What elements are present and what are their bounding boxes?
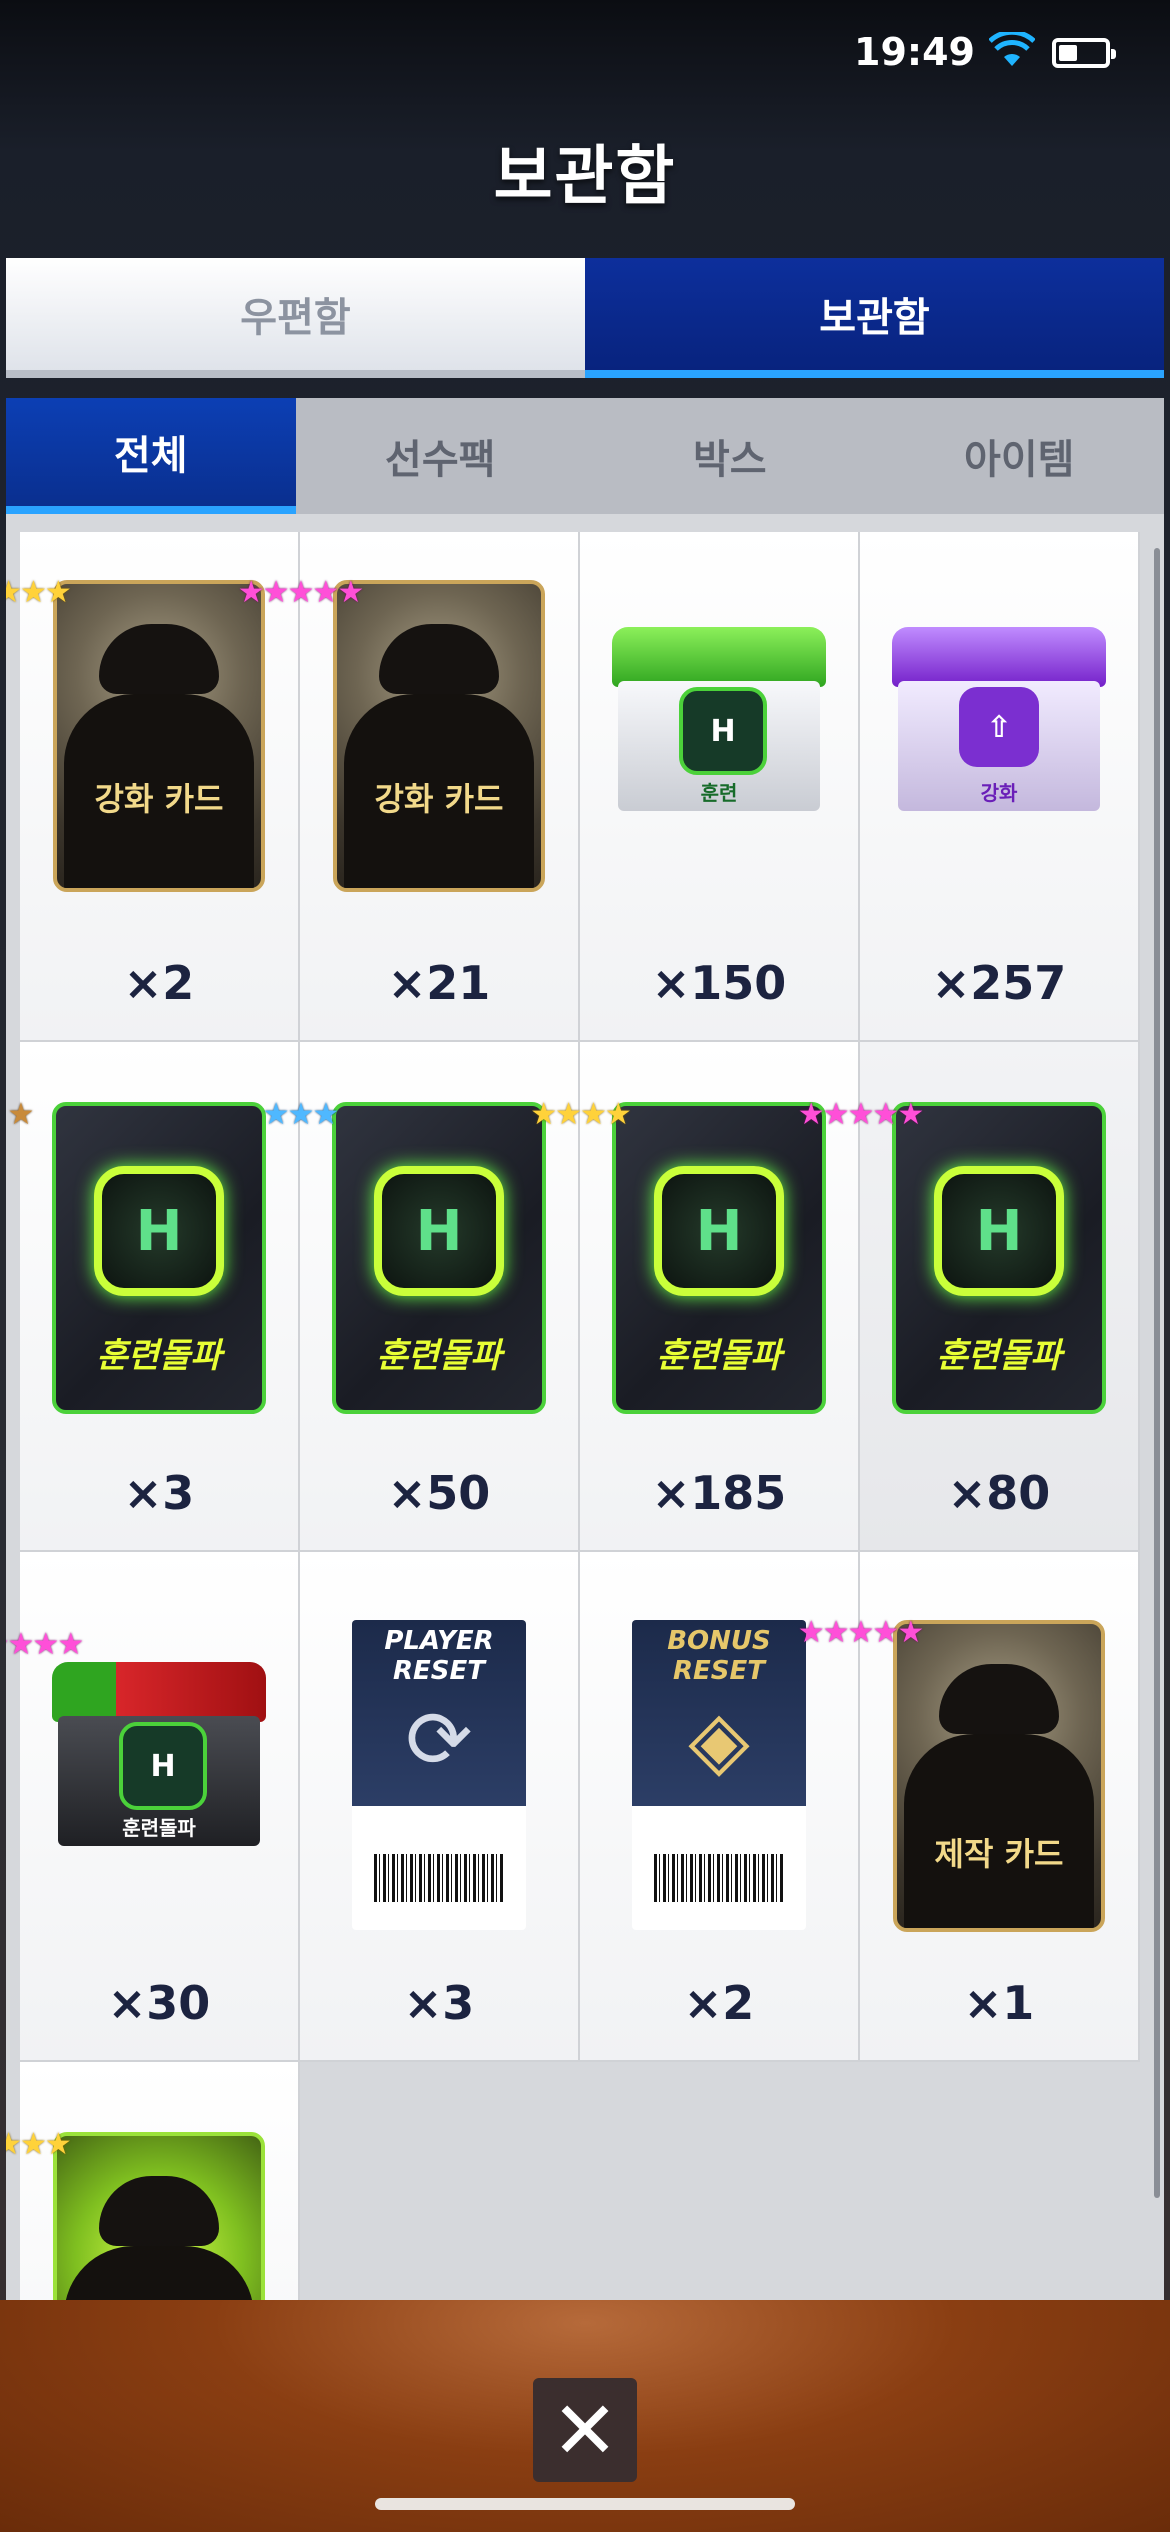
item-training-breakthrough-5star[interactable]: H 훈련돌파 ★★★★★ ×80 <box>798 1042 1140 1552</box>
item-quantity: ×80 <box>947 1466 1051 1520</box>
item-quantity: ×185 <box>651 1466 787 1520</box>
item-label: 훈련돌파 <box>656 1336 782 1376</box>
item-label: 강화 카드 <box>94 780 224 818</box>
item-player-card-neon[interactable]: ★★★★ <box>6 2062 300 2303</box>
battery-icon <box>1052 38 1116 68</box>
item-training-breakthrough-box[interactable]: H 훈련돌파 ★★★★★ ×30 <box>6 1552 300 2062</box>
training-card-image: H 훈련돌파 <box>332 1102 546 1414</box>
item-quantity: ×150 <box>651 956 787 1010</box>
item-label: 제작 카드 <box>934 1835 1064 1873</box>
tab-item[interactable]: 아이템 <box>874 398 1164 514</box>
close-button[interactable]: ✕ <box>533 2378 637 2482</box>
item-label: 강화 카드 <box>374 780 504 818</box>
item-quantity: ×3 <box>403 1976 475 2030</box>
item-label: 훈련돌파 <box>96 1336 222 1376</box>
chest-icon: H 훈련 <box>612 617 826 817</box>
star-rating: ★ <box>7 1097 35 1132</box>
item-label: 훈련돌파 <box>122 1816 196 1840</box>
tab-storage[interactable]: 보관함 <box>585 258 1164 378</box>
item-label: 훈련돌파 <box>936 1336 1062 1376</box>
barcode <box>374 1854 504 1902</box>
page-title: 보관함 <box>493 140 677 214</box>
status-time: 19:49 <box>854 30 975 74</box>
item-quantity: ×1 <box>963 1976 1035 2030</box>
item-quantity: ×2 <box>123 956 195 1010</box>
reset-ticket-image: PLAYER RESET ⟳ <box>352 1620 526 1930</box>
reset-ticket-image: BONUS RESET ◈ <box>632 1620 806 1930</box>
chest-icon: ⇧ 강화 <box>892 617 1106 817</box>
star-rating: ★★★★★ <box>797 1097 924 1132</box>
item-quantity: ×50 <box>387 1466 491 1520</box>
close-icon: ✕ <box>551 2383 619 2477</box>
storage-panel: 전체 선수팩 박스 아이템 강화 카드 ★★★★ ×2 강화 카드 ★★★★★ … <box>6 398 1164 2303</box>
item-training-box[interactable]: H 훈련 ×150 <box>580 532 860 1042</box>
item-quantity: ×30 <box>107 1976 211 2030</box>
star-rating: ★★★★ <box>530 1097 632 1132</box>
wifi-icon <box>989 32 1035 66</box>
scrollbar[interactable] <box>1154 548 1160 2198</box>
barcode <box>654 1854 784 1902</box>
players-reset-icon: ⟳ <box>405 1693 473 1786</box>
star-rating: ★★★★ <box>6 575 72 610</box>
item-grid: 강화 카드 ★★★★ ×2 강화 카드 ★★★★★ ×21 H 훈련 ×150 <box>6 532 1140 2303</box>
star-rating: ★★★★★ <box>797 1615 924 1650</box>
item-quantity: ×21 <box>387 956 491 1010</box>
training-card-image: H 훈련돌파 <box>892 1102 1106 1414</box>
star-rating: ★★★ <box>262 1097 340 1132</box>
item-enhance-card-5star[interactable]: 강화 카드 ★★★★★ ×21 <box>238 532 580 1042</box>
dumbbell-icon: H <box>934 1166 1064 1296</box>
bottom-bar: ✕ <box>0 2300 1170 2532</box>
tab-all[interactable]: 전체 <box>6 398 296 514</box>
item-craft-card[interactable]: 제작 카드 ★★★★★ ×1 <box>798 1552 1140 2062</box>
item-player-reset[interactable]: PLAYER RESET ⟳ ×3 <box>300 1552 580 2062</box>
category-tabs: 전체 선수팩 박스 아이템 <box>6 398 1164 514</box>
home-indicator[interactable] <box>375 2498 795 2510</box>
item-label: 훈련 <box>700 781 738 805</box>
star-rating: ★★★★ <box>6 2127 72 2162</box>
chest-icon: H 훈련돌파 <box>52 1652 266 1852</box>
status-bar: 19:49 <box>0 0 1170 110</box>
player-card-image: 강화 카드 <box>333 580 545 892</box>
player-card-image: 제작 카드 <box>893 1620 1105 1932</box>
player-card-image: 강화 카드 <box>53 580 265 892</box>
dumbbell-icon: H <box>374 1166 504 1296</box>
star-rating: ★★★★★ <box>237 575 364 610</box>
tab-box[interactable]: 박스 <box>585 398 875 514</box>
item-quantity: ×3 <box>123 1466 195 1520</box>
main-tabs: 우편함 보관함 <box>6 258 1164 378</box>
dumbbell-icon: H <box>654 1166 784 1296</box>
training-card-image: H 훈련돌파 <box>612 1102 826 1414</box>
item-label: PLAYER RESET <box>384 1626 494 1686</box>
item-enhance-box[interactable]: ⇧ 강화 ×257 <box>860 532 1140 1042</box>
item-label: 훈련돌파 <box>376 1336 502 1376</box>
star-rating: ★★★★★ <box>6 1627 84 1662</box>
training-card-image: H 훈련돌파 <box>52 1102 266 1414</box>
diamond-reset-icon: ◈ <box>688 1693 750 1786</box>
tab-player-pack[interactable]: 선수팩 <box>295 398 585 514</box>
item-quantity: ×257 <box>931 956 1067 1010</box>
item-label: 강화 <box>980 781 1018 805</box>
item-quantity: ×2 <box>683 1976 755 2030</box>
tab-mailbox[interactable]: 우편함 <box>6 258 585 378</box>
dumbbell-icon: H <box>94 1166 224 1296</box>
